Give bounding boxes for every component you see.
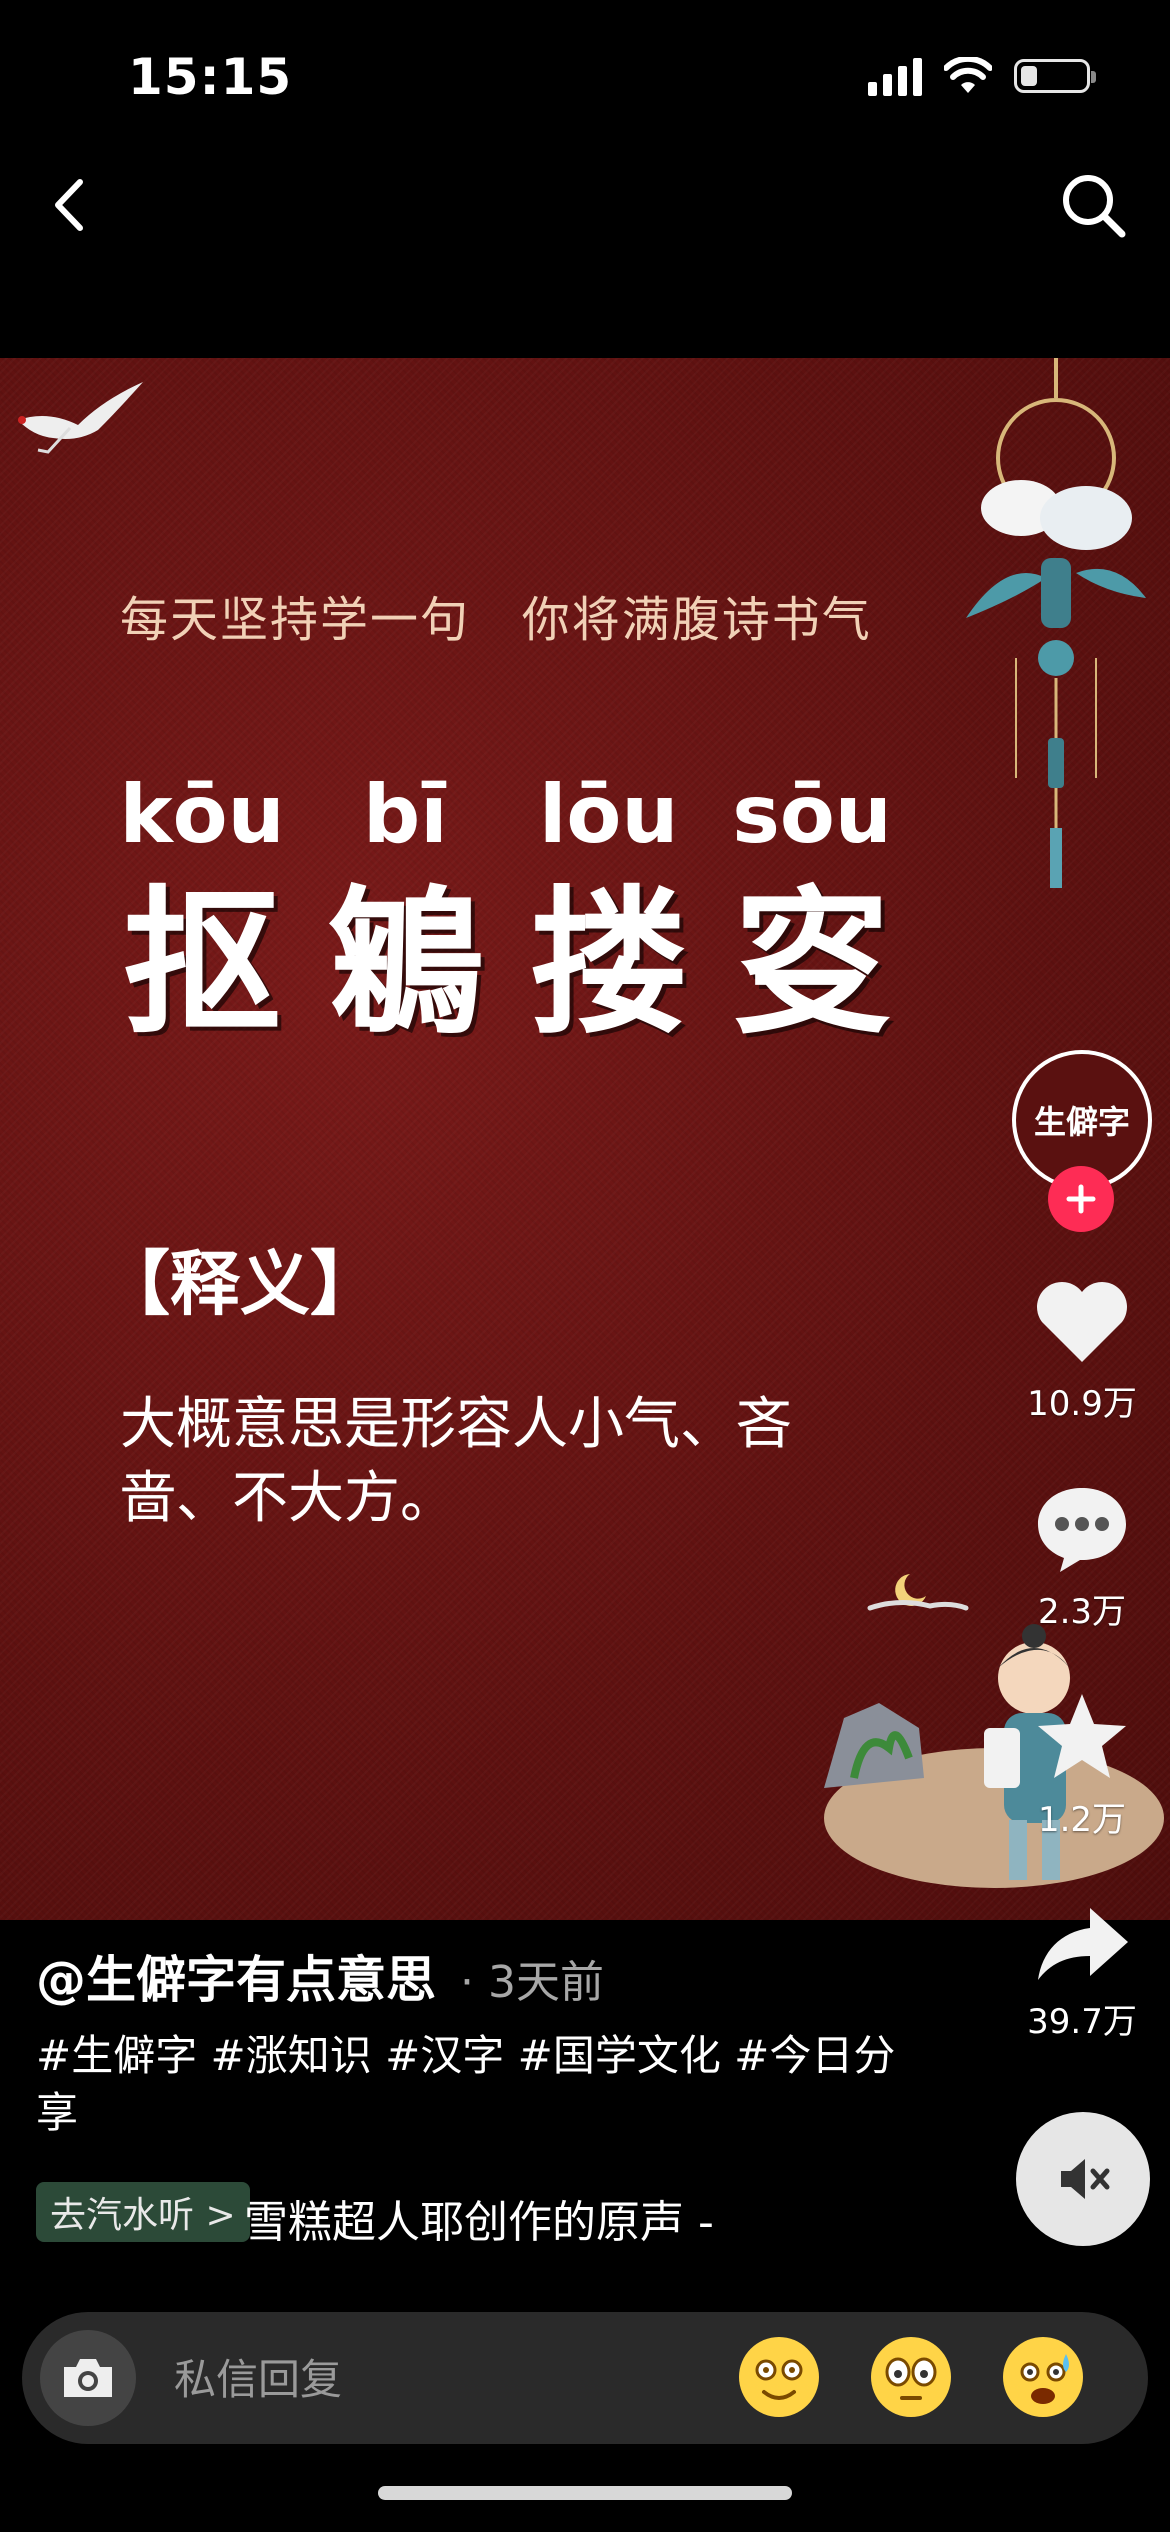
reply-input[interactable] xyxy=(172,2348,696,2410)
wide-eyed-emoji-icon[interactable] xyxy=(868,2334,954,2420)
meaning-title: 【释义】 xyxy=(100,1243,380,1325)
music-title[interactable]: 雪糕超人耶创作的原声 - xyxy=(244,2186,714,2250)
comment-button[interactable]: 2.3万 xyxy=(1002,1482,1162,1633)
camera-button[interactable] xyxy=(40,2330,136,2426)
comment-count: 2.3万 xyxy=(1037,1592,1127,1632)
signal-icon xyxy=(868,56,922,96)
character-2: 鵴 xyxy=(326,872,485,1056)
plus-icon xyxy=(1066,1184,1096,1214)
character-4: 叜 xyxy=(732,872,891,1056)
video-player[interactable]: 每天坚持学一句 你将满腹诗书气 kōu bī lōu sōu 抠 鵴 搂 叜 【… xyxy=(0,358,1170,1920)
mute-button[interactable] xyxy=(1016,2112,1150,2246)
pinyin-2: bī xyxy=(362,768,448,861)
pinyin-1: kōu xyxy=(119,768,285,861)
heart-icon xyxy=(1037,1282,1127,1362)
author-name[interactable]: @生僻字有点意思 xyxy=(36,1940,436,2012)
share-button[interactable]: 39.7万 xyxy=(1002,1904,1162,2043)
character-1: 抠 xyxy=(123,872,281,1056)
characters-row: 抠 鵴 搂 叜 xyxy=(112,872,902,1056)
battery-icon xyxy=(1014,59,1096,93)
status-icons xyxy=(868,56,1096,96)
status-time: 15:15 xyxy=(128,48,293,106)
motto-text: 每天坚持学一句 你将满腹诗书气 xyxy=(120,592,872,648)
like-count: 10.9万 xyxy=(1027,1384,1137,1424)
avatar-text: 生僻字 xyxy=(1033,1103,1130,1141)
favorite-button[interactable]: 1.2万 xyxy=(1002,1690,1162,1841)
pinyin-4: sōu xyxy=(732,768,892,861)
post-time: · 3天前 xyxy=(460,1957,604,2008)
character-3: 搂 xyxy=(529,872,688,1056)
share-count: 39.7万 xyxy=(1027,2002,1137,2042)
mute-icon xyxy=(1061,2159,1110,2199)
favorite-count: 1.2万 xyxy=(1037,1800,1127,1840)
meaning-body: 大概意思是形容人小气、吝啬、不大方。 xyxy=(120,1392,792,1531)
music-app-badge[interactable]: 去汽水听 > xyxy=(36,2182,250,2242)
search-icon xyxy=(1063,175,1126,238)
follow-button[interactable] xyxy=(1048,1166,1114,1232)
like-button[interactable]: 10.9万 xyxy=(1002,1276,1162,1425)
back-icon xyxy=(55,179,83,231)
pinyin-3: lōu xyxy=(538,768,679,861)
hashtags[interactable]: #生僻字 #涨知识 #汉字 #国学文化 #今日分享 xyxy=(36,2028,896,2141)
worried-emoji-icon[interactable] xyxy=(1000,2334,1086,2420)
star-icon xyxy=(1038,1694,1126,1778)
ornament-illustration xyxy=(966,358,1146,888)
dizzy-smile-emoji-icon[interactable] xyxy=(736,2334,822,2420)
home-indicator xyxy=(378,2486,792,2500)
wifi-icon xyxy=(944,57,992,93)
crane-illustration xyxy=(18,382,143,454)
share-icon xyxy=(1038,1908,1128,1980)
comment-icon xyxy=(1038,1488,1126,1572)
back-button[interactable] xyxy=(40,170,100,240)
pinyin-row: kōu bī lōu sōu xyxy=(112,768,902,861)
search-button[interactable] xyxy=(1054,166,1134,246)
camera-icon xyxy=(64,2359,112,2397)
